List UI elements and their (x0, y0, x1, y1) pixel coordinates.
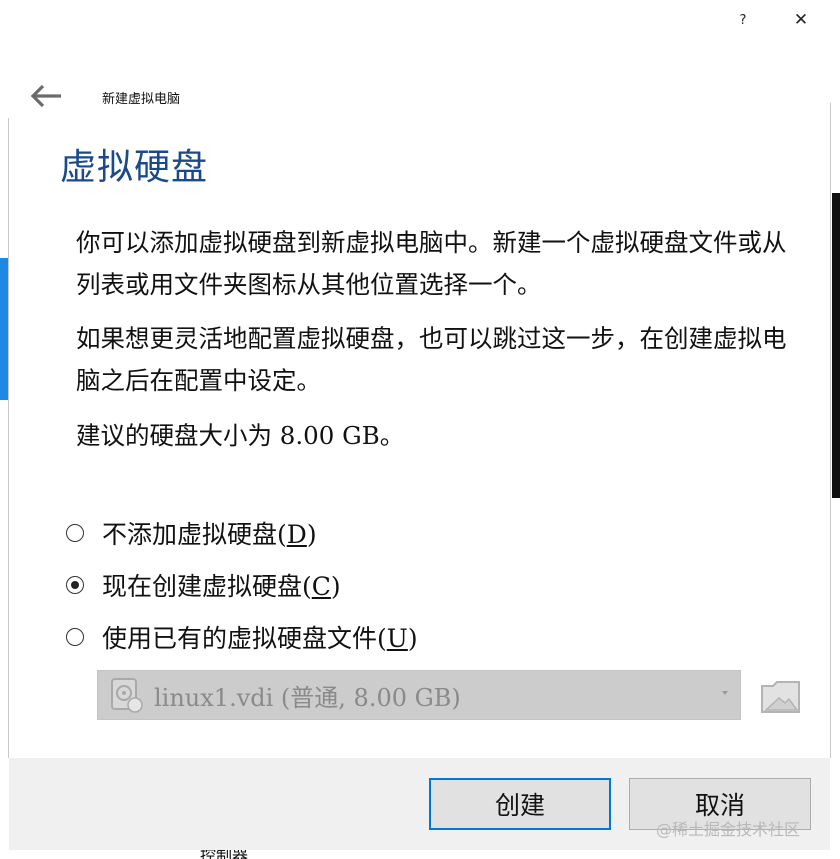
radio-no-disk[interactable]: 不添加虚拟硬盘(D) (66, 515, 317, 551)
radio-button[interactable] (66, 524, 84, 542)
close-button[interactable]: ✕ (786, 6, 816, 34)
create-button[interactable]: 创建 (429, 778, 611, 830)
radio-label: 现在创建虚拟硬盘(C) (102, 572, 341, 601)
background-text-fragment: 控制器 (200, 850, 310, 859)
radio-button-selected[interactable] (66, 576, 84, 594)
choose-disk-folder-button[interactable] (758, 674, 804, 718)
radio-label: 不添加虚拟硬盘(D) (102, 520, 317, 549)
back-arrow-icon[interactable] (28, 80, 64, 112)
frame-right-border (830, 103, 831, 758)
frame-left-border (8, 118, 9, 758)
recommended-size-text: 建议的硬盘大小为 8.00 GB。 (76, 421, 405, 450)
background-window-edge-right (832, 193, 840, 498)
title-bar: ? ✕ (0, 0, 840, 40)
new-vm-dialog: ? ✕ 新建虚拟电脑 虚拟硬盘 你可以添加虚拟硬盘到新虚拟电脑中。新建一个虚拟硬… (0, 0, 840, 859)
wizard-title: 新建虚拟电脑 (102, 92, 181, 107)
folder-icon (761, 681, 800, 713)
hard-disk-icon (106, 675, 146, 715)
page-title: 虚拟硬盘 (60, 147, 209, 188)
radio-existing-disk[interactable]: 使用已有的虚拟硬盘文件(U) (66, 619, 418, 655)
disk-select-value: linux1.vdi (普通, 8.00 GB) (154, 683, 461, 712)
existing-disk-select[interactable]: linux1.vdi (普通, 8.00 GB) (97, 670, 741, 720)
wizard-nav: 新建虚拟电脑 (0, 78, 840, 118)
radio-label: 使用已有的虚拟硬盘文件(U) (102, 624, 418, 653)
chevron-down-icon (722, 691, 728, 695)
radio-create-disk[interactable]: 现在创建虚拟硬盘(C) (66, 567, 341, 603)
radio-button[interactable] (66, 628, 84, 646)
help-button[interactable]: ? (728, 6, 758, 34)
description-text: 你可以添加虚拟硬盘到新虚拟电脑中。新建一个虚拟硬盘文件或从列表或用文件夹图标从其… (76, 228, 787, 299)
background-window-edge (0, 258, 8, 400)
watermark: @稀土掘金技术社区 (656, 820, 801, 839)
skip-hint-text: 如果想更灵活地配置虚拟硬盘，也可以跳过这一步，在创建虚拟电脑之后在配置中设定。 (76, 324, 787, 395)
